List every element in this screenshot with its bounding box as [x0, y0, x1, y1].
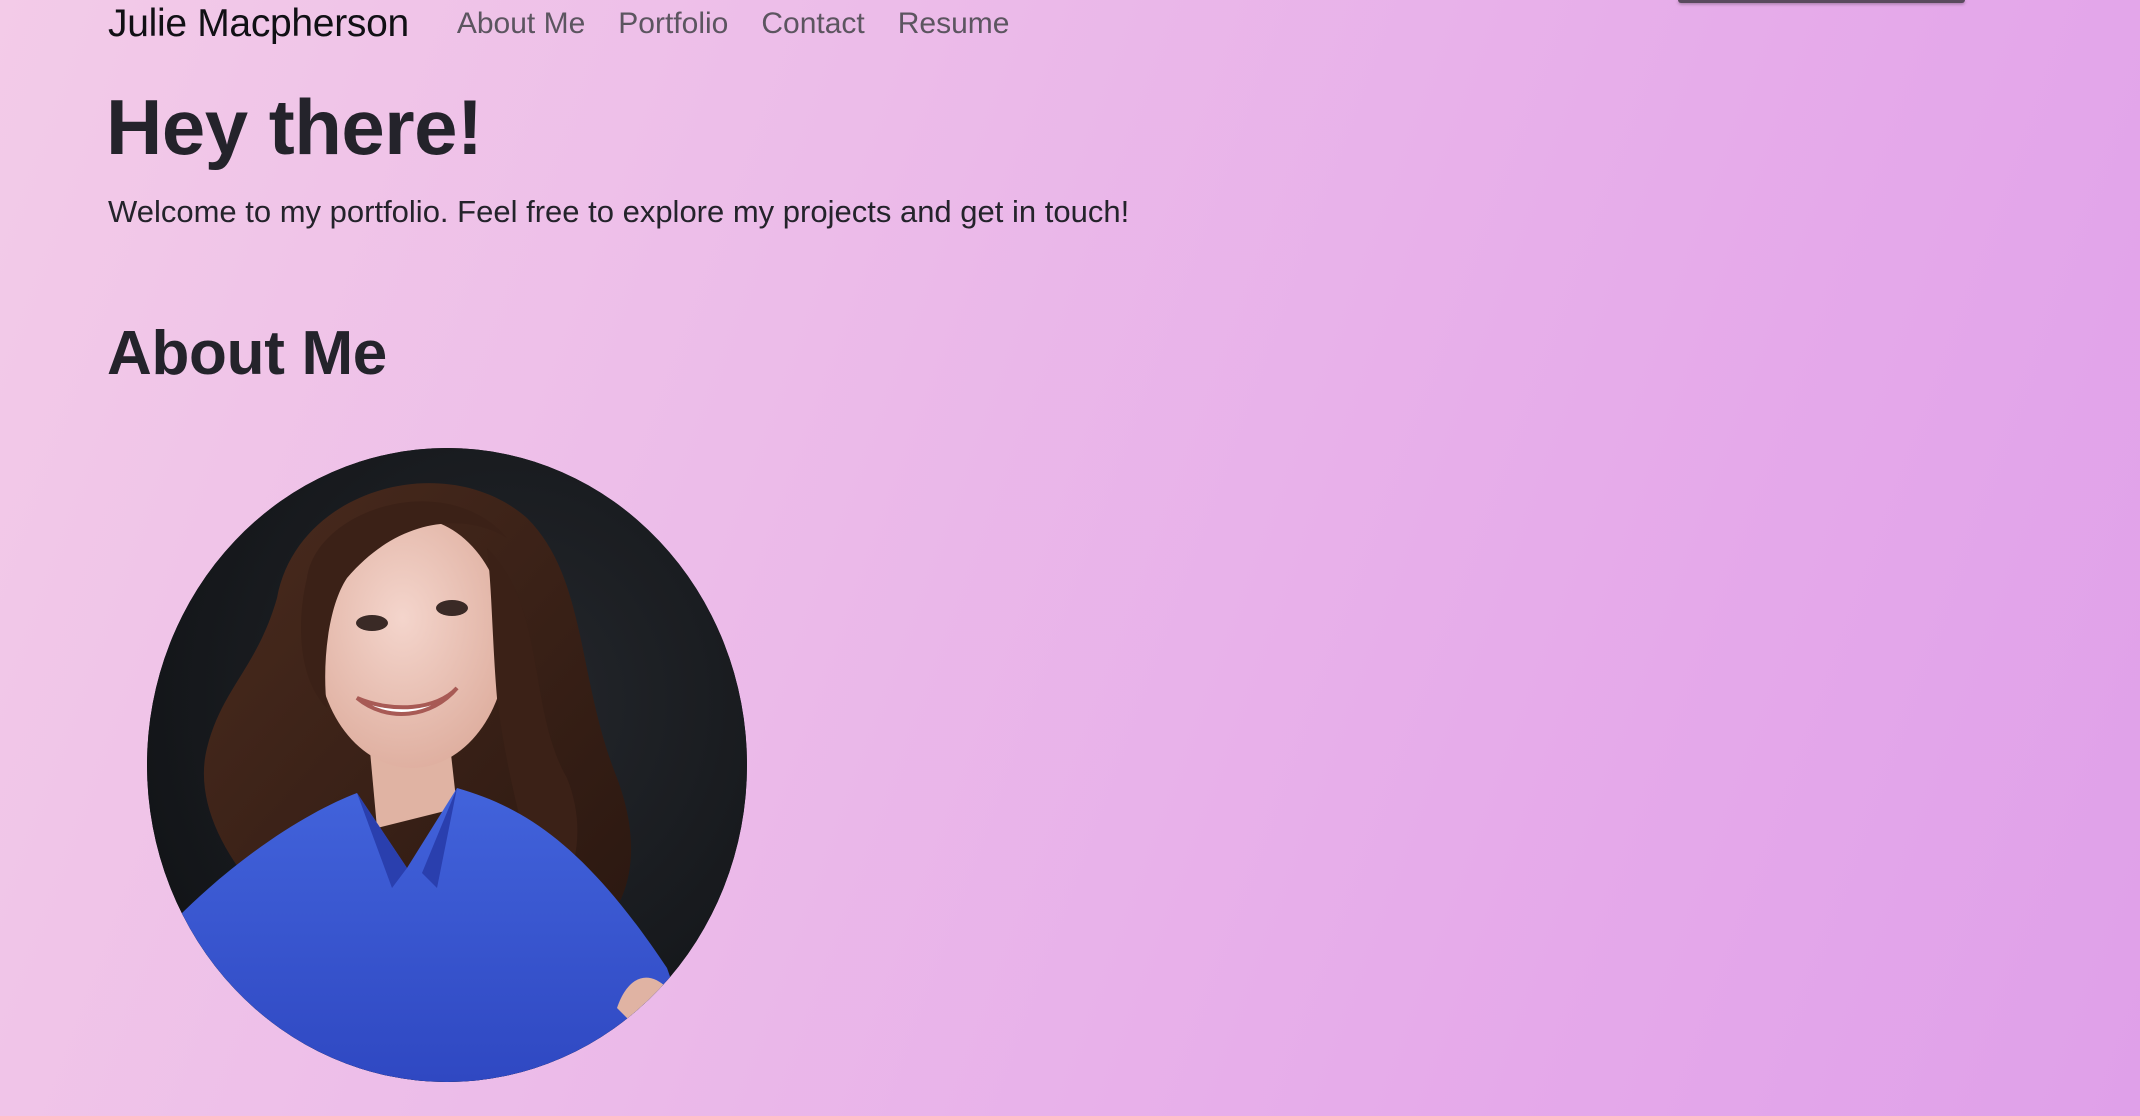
navbar: Julie Macpherson About Me Portfolio Cont…	[108, 0, 1042, 48]
nav-link-resume[interactable]: Resume	[898, 7, 1010, 41]
brand-link[interactable]: Julie Macpherson	[108, 2, 409, 46]
profile-photo	[147, 448, 747, 1082]
about-me-heading: About Me	[107, 319, 387, 388]
portrait-photo-icon	[147, 448, 747, 1082]
nav-link-portfolio[interactable]: Portfolio	[618, 7, 728, 41]
hero-text: Welcome to my portfolio. Feel free to ex…	[108, 194, 1130, 229]
nav-link-about-me[interactable]: About Me	[457, 7, 585, 41]
top-edge-shadow	[1678, 0, 1965, 3]
nav-link-contact[interactable]: Contact	[761, 7, 864, 41]
hero-title: Hey there!	[106, 83, 483, 171]
